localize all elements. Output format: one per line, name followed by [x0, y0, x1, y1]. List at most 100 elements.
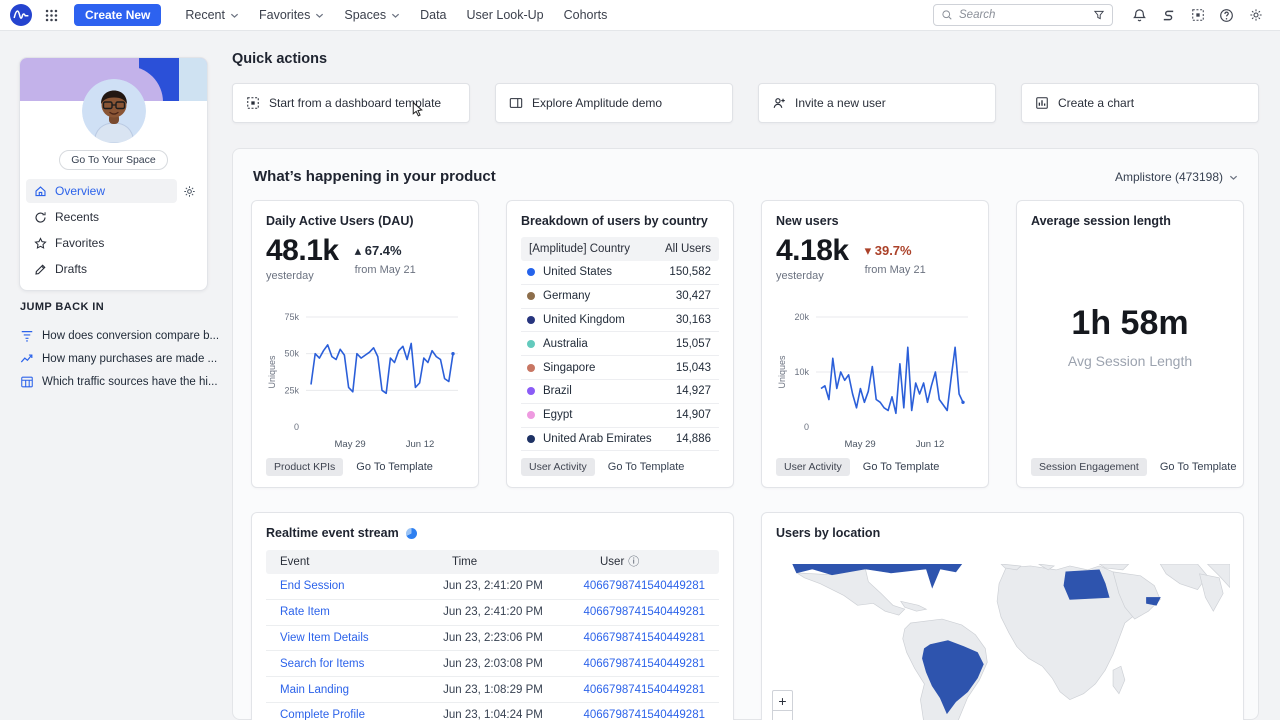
session-length-value: 1h 58m: [1031, 304, 1229, 343]
svg-text:Uniques: Uniques: [267, 355, 277, 389]
country-card-title: Breakdown of users by country: [521, 214, 719, 228]
nav-item-recent[interactable]: Recent: [175, 0, 249, 31]
sidebar-row-recents: Recents: [26, 204, 201, 230]
notifications-bell-icon[interactable]: [1125, 8, 1154, 23]
home-icon: [34, 185, 47, 198]
svg-text:10k: 10k: [794, 367, 809, 377]
country-row: United Kingdom30,163: [521, 309, 719, 333]
chevron-down-icon: [230, 13, 239, 19]
event-link[interactable]: Main Landing: [280, 684, 443, 696]
info-icon[interactable]: ⓘ: [628, 557, 639, 568]
event-link[interactable]: Rate Item: [280, 606, 443, 618]
sidebar-item-recents[interactable]: Recents: [26, 205, 201, 229]
create-new-button[interactable]: Create New: [74, 4, 161, 26]
amplitude-logo-icon[interactable]: [10, 4, 32, 26]
event-link[interactable]: Search for Items: [280, 658, 443, 670]
users-by-location-card: Users by location: [761, 512, 1244, 720]
country-row: Singapore15,043: [521, 356, 719, 380]
event-user-link[interactable]: 4066798741540449281: [583, 580, 705, 592]
sidebar-item-drafts[interactable]: Drafts: [26, 257, 201, 281]
svg-text:May 29: May 29: [335, 439, 366, 450]
session-tag[interactable]: Session Engagement: [1031, 458, 1147, 476]
country-color-dot: [527, 435, 535, 443]
nav-item-favorites[interactable]: Favorites: [249, 0, 334, 31]
country-color-dot: [527, 387, 535, 395]
search-box[interactable]: [933, 4, 1113, 26]
event-time: Jun 23, 2:41:20 PM: [443, 606, 583, 618]
quick-action-start-from-a-dashboard-template[interactable]: Start from a dashboard template: [232, 83, 470, 123]
map-zoom-out-button[interactable]: [772, 711, 793, 720]
avatar[interactable]: [82, 79, 146, 143]
country-row: Germany30,427: [521, 285, 719, 309]
dau-sparkline-chart: 025k50k75kMay 29Jun 12Uniques: [266, 305, 466, 455]
nav-item-user-look-up[interactable]: User Look-Up: [457, 0, 554, 31]
sidebar-item-overview[interactable]: Overview: [26, 179, 177, 203]
star-icon: [34, 237, 47, 250]
event-table-row: Main LandingJun 23, 1:08:29 PM4066798741…: [266, 677, 719, 703]
quick-action-invite-a-new-user[interactable]: Invite a new user: [758, 83, 996, 123]
event-user-link[interactable]: 4066798741540449281: [583, 684, 705, 696]
nav-right-icons: [1125, 8, 1270, 23]
country-go-to-template-link[interactable]: Go To Template: [608, 461, 685, 473]
event-link[interactable]: View Item Details: [280, 632, 443, 644]
jump-back-item[interactable]: Which traffic sources have the hi...: [20, 370, 218, 393]
new-users-tag[interactable]: User Activity: [776, 458, 850, 476]
overview-settings-gear-icon[interactable]: [177, 185, 201, 198]
help-circle-icon[interactable]: [1212, 8, 1241, 23]
search-input[interactable]: [959, 9, 1087, 21]
sidebar-row-drafts: Drafts: [26, 256, 201, 282]
search-filter-funnel-icon[interactable]: [1093, 9, 1105, 21]
event-user-link[interactable]: 4066798741540449281: [583, 658, 705, 670]
sidebar-item-favorites[interactable]: Favorites: [26, 231, 201, 255]
map-zoom-in-button[interactable]: +: [772, 690, 793, 711]
event-table-row: Search for ItemsJun 23, 2:03:08 PM406679…: [266, 651, 719, 677]
table-icon: [20, 375, 34, 389]
sidebar-row-favorites: Favorites: [26, 230, 201, 256]
map-card-title: Users by location: [776, 526, 1229, 540]
pencil-icon: [34, 263, 47, 276]
world-map[interactable]: [775, 564, 1230, 720]
country-row: United Arab Emirates14,886: [521, 428, 719, 452]
chevron-down-icon: [391, 13, 400, 19]
svg-text:May 29: May 29: [845, 439, 876, 450]
event-table-header: Event Time Userⓘ: [266, 550, 719, 574]
journeys-path-icon[interactable]: [1154, 8, 1183, 23]
add-user-icon: [772, 96, 786, 110]
new-users-card: New users 4.18k yesterday ▾ 39.7% from M…: [761, 200, 989, 488]
new-users-delta-caption: from May 21: [865, 264, 926, 276]
recents-icon: [34, 211, 47, 224]
dau-card-title: Daily Active Users (DAU): [266, 214, 464, 228]
event-link[interactable]: Complete Profile: [280, 709, 443, 720]
dau-go-to-template-link[interactable]: Go To Template: [356, 461, 433, 473]
go-to-your-space-button[interactable]: Go To Your Space: [59, 150, 167, 170]
quick-action-explore-amplitude-demo[interactable]: Explore Amplitude demo: [495, 83, 733, 123]
browser-icon: [509, 96, 523, 110]
sidebar-row-overview: Overview: [26, 178, 201, 204]
nav-item-spaces[interactable]: Spaces: [334, 0, 410, 31]
country-tag[interactable]: User Activity: [521, 458, 595, 476]
nav-item-data[interactable]: Data: [410, 0, 456, 31]
quick-actions-row: Start from a dashboard template Explore A…: [232, 83, 1259, 123]
svg-text:25k: 25k: [284, 385, 299, 395]
svg-text:Uniques: Uniques: [777, 355, 787, 389]
event-user-link[interactable]: 4066798741540449281: [583, 606, 705, 618]
sidebar-menu: OverviewRecentsFavoritesDrafts: [20, 176, 207, 282]
app-grid-icon[interactable]: [38, 9, 64, 22]
session-go-to-template-link[interactable]: Go To Template: [1160, 461, 1237, 473]
map-madagascar: [1113, 666, 1125, 694]
nav-item-cohorts[interactable]: Cohorts: [554, 0, 618, 31]
dau-tag[interactable]: Product KPIs: [266, 458, 343, 476]
svg-text:Jun 12: Jun 12: [916, 439, 945, 450]
settings-gear-icon[interactable]: [1241, 8, 1270, 22]
jump-back-item[interactable]: How does conversion compare b...: [20, 324, 218, 347]
event-link[interactable]: End Session: [280, 580, 443, 592]
jump-back-item[interactable]: How many purchases are made ...: [20, 347, 218, 370]
event-user-link[interactable]: 4066798741540449281: [583, 709, 705, 720]
quick-action-create-a-chart[interactable]: Create a chart: [1021, 83, 1259, 123]
dau-value-caption: yesterday: [266, 270, 339, 282]
new-users-go-to-template-link[interactable]: Go To Template: [863, 461, 940, 473]
event-user-link[interactable]: 4066798741540449281: [583, 632, 705, 644]
project-selector[interactable]: Amplistore (473198): [1115, 170, 1238, 184]
templates-dashed-square-icon[interactable]: [1183, 8, 1212, 22]
new-users-sparkline-chart: 010k20kMay 29Jun 12Uniques: [776, 305, 976, 455]
